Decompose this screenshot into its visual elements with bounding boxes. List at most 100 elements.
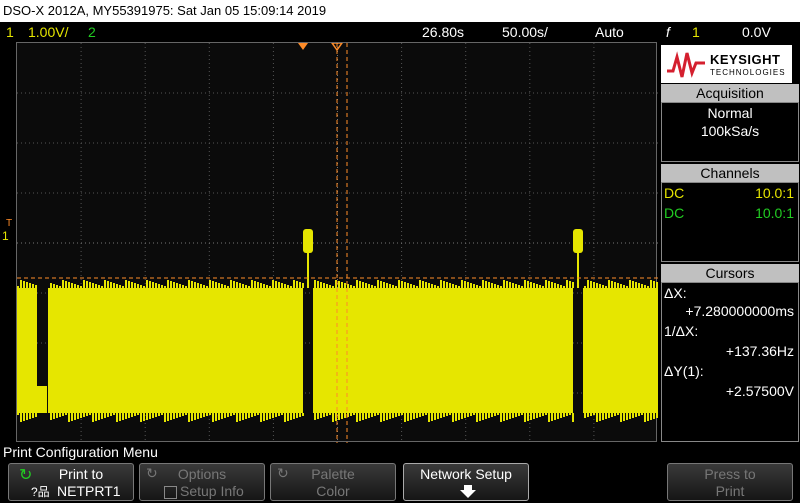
ch1-noise-top (398, 280, 400, 288)
ch1-noise-bottom (269, 413, 271, 419)
horizontal-delay[interactable]: 26.80s (422, 22, 464, 42)
ch1-noise-bottom (458, 413, 460, 420)
ch1-noise-top (200, 284, 202, 288)
ch1-noise-top (455, 285, 457, 288)
ch1-noise-top (533, 283, 535, 288)
ch1-noise-top (32, 284, 34, 288)
ch1-noise-bottom (203, 413, 205, 417)
ch1-noise-bottom (284, 413, 286, 422)
trigger-level[interactable]: 0.0V (742, 22, 771, 42)
ch1-noise-top (266, 285, 268, 288)
ch1-noise-top (119, 285, 121, 288)
status-bar: 1 1.00V/ 2 26.80s 50.00s/ Auto f 1 0.0V (0, 22, 800, 42)
ch1-noise-bottom (146, 413, 148, 420)
ch1-noise-bottom (233, 413, 235, 415)
ch1-noise-top (29, 283, 31, 288)
ch1-noise-bottom (353, 413, 355, 415)
ch1-signal-band (48, 288, 303, 413)
ch1-noise-top (236, 282, 238, 288)
cursor-dx-label: ΔX: (664, 285, 687, 301)
ch1-noise-bottom (215, 413, 217, 421)
ch1-noise-bottom (23, 413, 25, 421)
ch1-noise-bottom (128, 413, 130, 418)
cursors-box: ΔX: +7.280000000ms 1/ΔX: +137.36Hz ΔY(1)… (661, 282, 799, 442)
ch1-noise-bottom (20, 413, 22, 422)
ch1-noise-top (98, 285, 100, 288)
ch1-noise-bottom (470, 413, 472, 416)
ch2-coupling: DC (664, 205, 685, 221)
cursor-inv-dx-label: 1/ΔX: (664, 323, 699, 339)
ch1-noise-bottom (524, 413, 526, 422)
ch1-noise-bottom (176, 413, 178, 418)
ch1-noise-top (179, 284, 181, 288)
print-to-button[interactable]: ↻ Print to ?品 NETPRT1 (8, 463, 134, 501)
ch1-noise-bottom (314, 413, 316, 420)
ch1-noise-top (539, 285, 541, 288)
channels-heading[interactable]: Channels (661, 164, 799, 182)
brand-sub: TECHNOLOGIES (710, 68, 786, 77)
ch1-noise-top (635, 282, 637, 288)
ch1-noise-top (272, 280, 274, 288)
ch1-probe: 10.0:1 (755, 185, 794, 201)
ch1-noise-top (626, 286, 628, 288)
ch1-noise-top (68, 282, 70, 288)
ch1-noise-top (62, 280, 64, 288)
ch1-noise-top (20, 280, 22, 288)
ch1-noise-bottom (56, 413, 58, 418)
ch1-noise-top (452, 284, 454, 288)
timebase-scale[interactable]: 50.00s/ (502, 22, 548, 42)
ch1-pulse (573, 229, 583, 253)
ch1-noise-top (233, 281, 235, 288)
ch1-noise-bottom (332, 413, 334, 422)
ch1-noise-top (131, 282, 133, 288)
ch1-noise-top (653, 281, 655, 288)
ch2-number[interactable]: 2 (88, 22, 96, 42)
ch1-noise-top (209, 280, 211, 288)
ch1-noise-bottom (611, 413, 613, 417)
ch1-noise-top (413, 285, 415, 288)
ch1-noise-bottom (161, 413, 163, 415)
ch1-noise-top (113, 283, 115, 288)
ch1-scale[interactable]: 1.00V/ (28, 22, 68, 42)
ch1-noise-top (353, 286, 355, 288)
ch1-noise-top (227, 286, 229, 288)
ch1-noise-top (392, 285, 394, 288)
ch1-noise-bottom (104, 413, 106, 418)
press-to-print-button[interactable]: Press to Print (667, 463, 793, 501)
ch1-noise-top (158, 284, 160, 288)
ch1-noise-bottom (506, 413, 508, 420)
ch1-noise-top (332, 286, 334, 288)
setup-info-checkbox[interactable] (164, 486, 177, 499)
ch1-noise-bottom (377, 413, 379, 415)
ch1-signal-band (583, 288, 658, 413)
cursors-heading[interactable]: Cursors (661, 264, 799, 282)
options-button[interactable]: ↻ Options Setup Info (139, 463, 265, 501)
ch1-noise-top (149, 281, 151, 288)
ch1-noise-top (248, 286, 250, 288)
ch1-noise-top (527, 281, 529, 288)
ch1-noise-top (101, 286, 103, 288)
ch1-noise-top (425, 282, 427, 288)
ch1-noise-top (278, 282, 280, 288)
ch1-noise-top (110, 282, 112, 288)
ch1-noise-top (494, 284, 496, 288)
ch1-noise-bottom (149, 413, 151, 419)
acquisition-heading[interactable]: Acquisition (661, 84, 799, 102)
network-setup-button[interactable]: Network Setup (403, 463, 529, 501)
ch1-noise-top (104, 280, 106, 288)
ch1-noise-top (254, 281, 256, 288)
ch1-noise-bottom (107, 413, 109, 417)
ch1-noise-bottom (551, 413, 553, 421)
palette-button[interactable]: ↻ Palette Color (270, 463, 396, 501)
ch1-number[interactable]: 1 (6, 22, 14, 42)
trigger-mode[interactable]: Auto (595, 22, 624, 42)
ch1-noise-bottom (251, 413, 253, 417)
ch1-noise-bottom (431, 413, 433, 421)
trigger-source[interactable]: 1 (692, 22, 700, 42)
submenu-arrow-stem (464, 485, 472, 490)
ch1-noise-top (164, 286, 166, 288)
ch1-noise-bottom (599, 413, 601, 421)
ch1-noise-bottom (239, 413, 241, 421)
waveform-display[interactable] (16, 42, 658, 443)
ch1-noise-bottom (614, 413, 616, 416)
